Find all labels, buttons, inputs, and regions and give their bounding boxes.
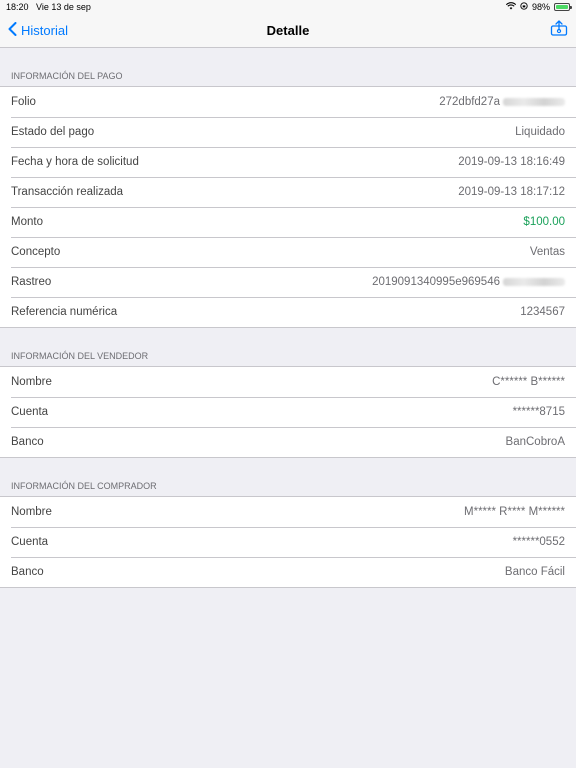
row-label: Cuenta: [11, 406, 49, 418]
row-value: 2019-09-13 18:16:49: [458, 156, 565, 168]
row-concepto[interactable]: Concepto Ventas: [0, 237, 576, 267]
row-value: ******0552: [512, 536, 565, 548]
row-value: 2019091340995e969546: [372, 276, 565, 288]
battery-fill: [556, 5, 568, 9]
row-label: Cuenta: [11, 536, 49, 548]
orientation-lock-icon: [520, 2, 528, 12]
section-header-vendedor: Información del vendedor: [11, 351, 149, 361]
row-label: Nombre: [11, 376, 52, 388]
row-label: Folio: [11, 96, 36, 108]
row-comprador-cuenta[interactable]: Cuenta ******0552: [0, 527, 576, 557]
row-value: C****** B******: [492, 376, 565, 388]
rastreo-value: 2019091340995e969546: [372, 276, 500, 288]
row-value: 272dbfd27a: [439, 96, 565, 108]
status-time: 18:20: [6, 2, 29, 12]
row-value: ******8715: [512, 406, 565, 418]
row-estado[interactable]: Estado del pago Liquidado: [0, 117, 576, 147]
row-value: M***** R**** M******: [464, 506, 565, 518]
buyer-info-group: Nombre M***** R**** M****** Cuenta *****…: [0, 496, 576, 588]
seller-info-group: Nombre C****** B****** Cuenta ******8715…: [0, 366, 576, 458]
row-label: Estado del pago: [11, 126, 95, 138]
status-bar: 18:20 Vie 13 de sep 98%: [0, 0, 576, 14]
row-label: Concepto: [11, 246, 61, 258]
redacted-text: [503, 98, 565, 106]
chevron-left-icon: [8, 22, 21, 39]
row-fecha-solicitud[interactable]: Fecha y hora de solicitud 2019-09-13 18:…: [0, 147, 576, 177]
section-header-pago: Información del pago: [11, 71, 123, 81]
page-title: Detalle: [266, 23, 310, 38]
share-button[interactable]: [550, 20, 568, 41]
row-label: Referencia numérica: [11, 306, 118, 318]
row-vendedor-nombre[interactable]: Nombre C****** B******: [0, 367, 576, 397]
amount-value: $100.00: [523, 216, 565, 228]
row-value: Banco Fácil: [504, 566, 565, 578]
row-vendedor-banco[interactable]: Banco BanCobroA: [0, 427, 576, 457]
status-date: Vie 13 de sep: [36, 2, 91, 12]
battery-icon: [554, 3, 572, 11]
wifi-icon: [505, 2, 517, 12]
row-label: Nombre: [11, 506, 52, 518]
row-value: 1234567: [520, 306, 565, 318]
row-comprador-banco[interactable]: Banco Banco Fácil: [0, 557, 576, 587]
row-label: Banco: [11, 566, 44, 578]
row-transaccion[interactable]: Transacción realizada 2019-09-13 18:17:1…: [0, 177, 576, 207]
row-vendedor-cuenta[interactable]: Cuenta ******8715: [0, 397, 576, 427]
row-label: Fecha y hora de solicitud: [11, 156, 139, 168]
row-comprador-nombre[interactable]: Nombre M***** R**** M******: [0, 497, 576, 527]
battery-percent: 98%: [531, 2, 550, 12]
row-monto[interactable]: Monto $100.00: [0, 207, 576, 237]
row-label: Transacción realizada: [11, 186, 124, 198]
row-value: BanCobroA: [505, 436, 565, 448]
back-button-label: Historial: [21, 23, 68, 38]
row-value: 2019-09-13 18:17:12: [458, 186, 565, 198]
payment-info-group: Folio 272dbfd27a Estado del pago Liquida…: [0, 86, 576, 328]
navigation-bar: Historial Detalle: [0, 14, 576, 48]
folio-value: 272dbfd27a: [439, 96, 500, 108]
section-header-comprador: Información del comprador: [11, 481, 157, 491]
row-rastreo[interactable]: Rastreo 2019091340995e969546: [0, 267, 576, 297]
redacted-text: [503, 278, 565, 286]
row-value: Ventas: [529, 246, 565, 258]
row-label: Monto: [11, 216, 43, 228]
row-folio[interactable]: Folio 272dbfd27a: [0, 87, 576, 117]
share-icon: [550, 20, 568, 40]
back-button[interactable]: Historial: [8, 22, 68, 39]
row-value: Liquidado: [515, 126, 565, 138]
row-label: Banco: [11, 436, 44, 448]
row-label: Rastreo: [11, 276, 52, 288]
row-referencia[interactable]: Referencia numérica 1234567: [0, 297, 576, 327]
